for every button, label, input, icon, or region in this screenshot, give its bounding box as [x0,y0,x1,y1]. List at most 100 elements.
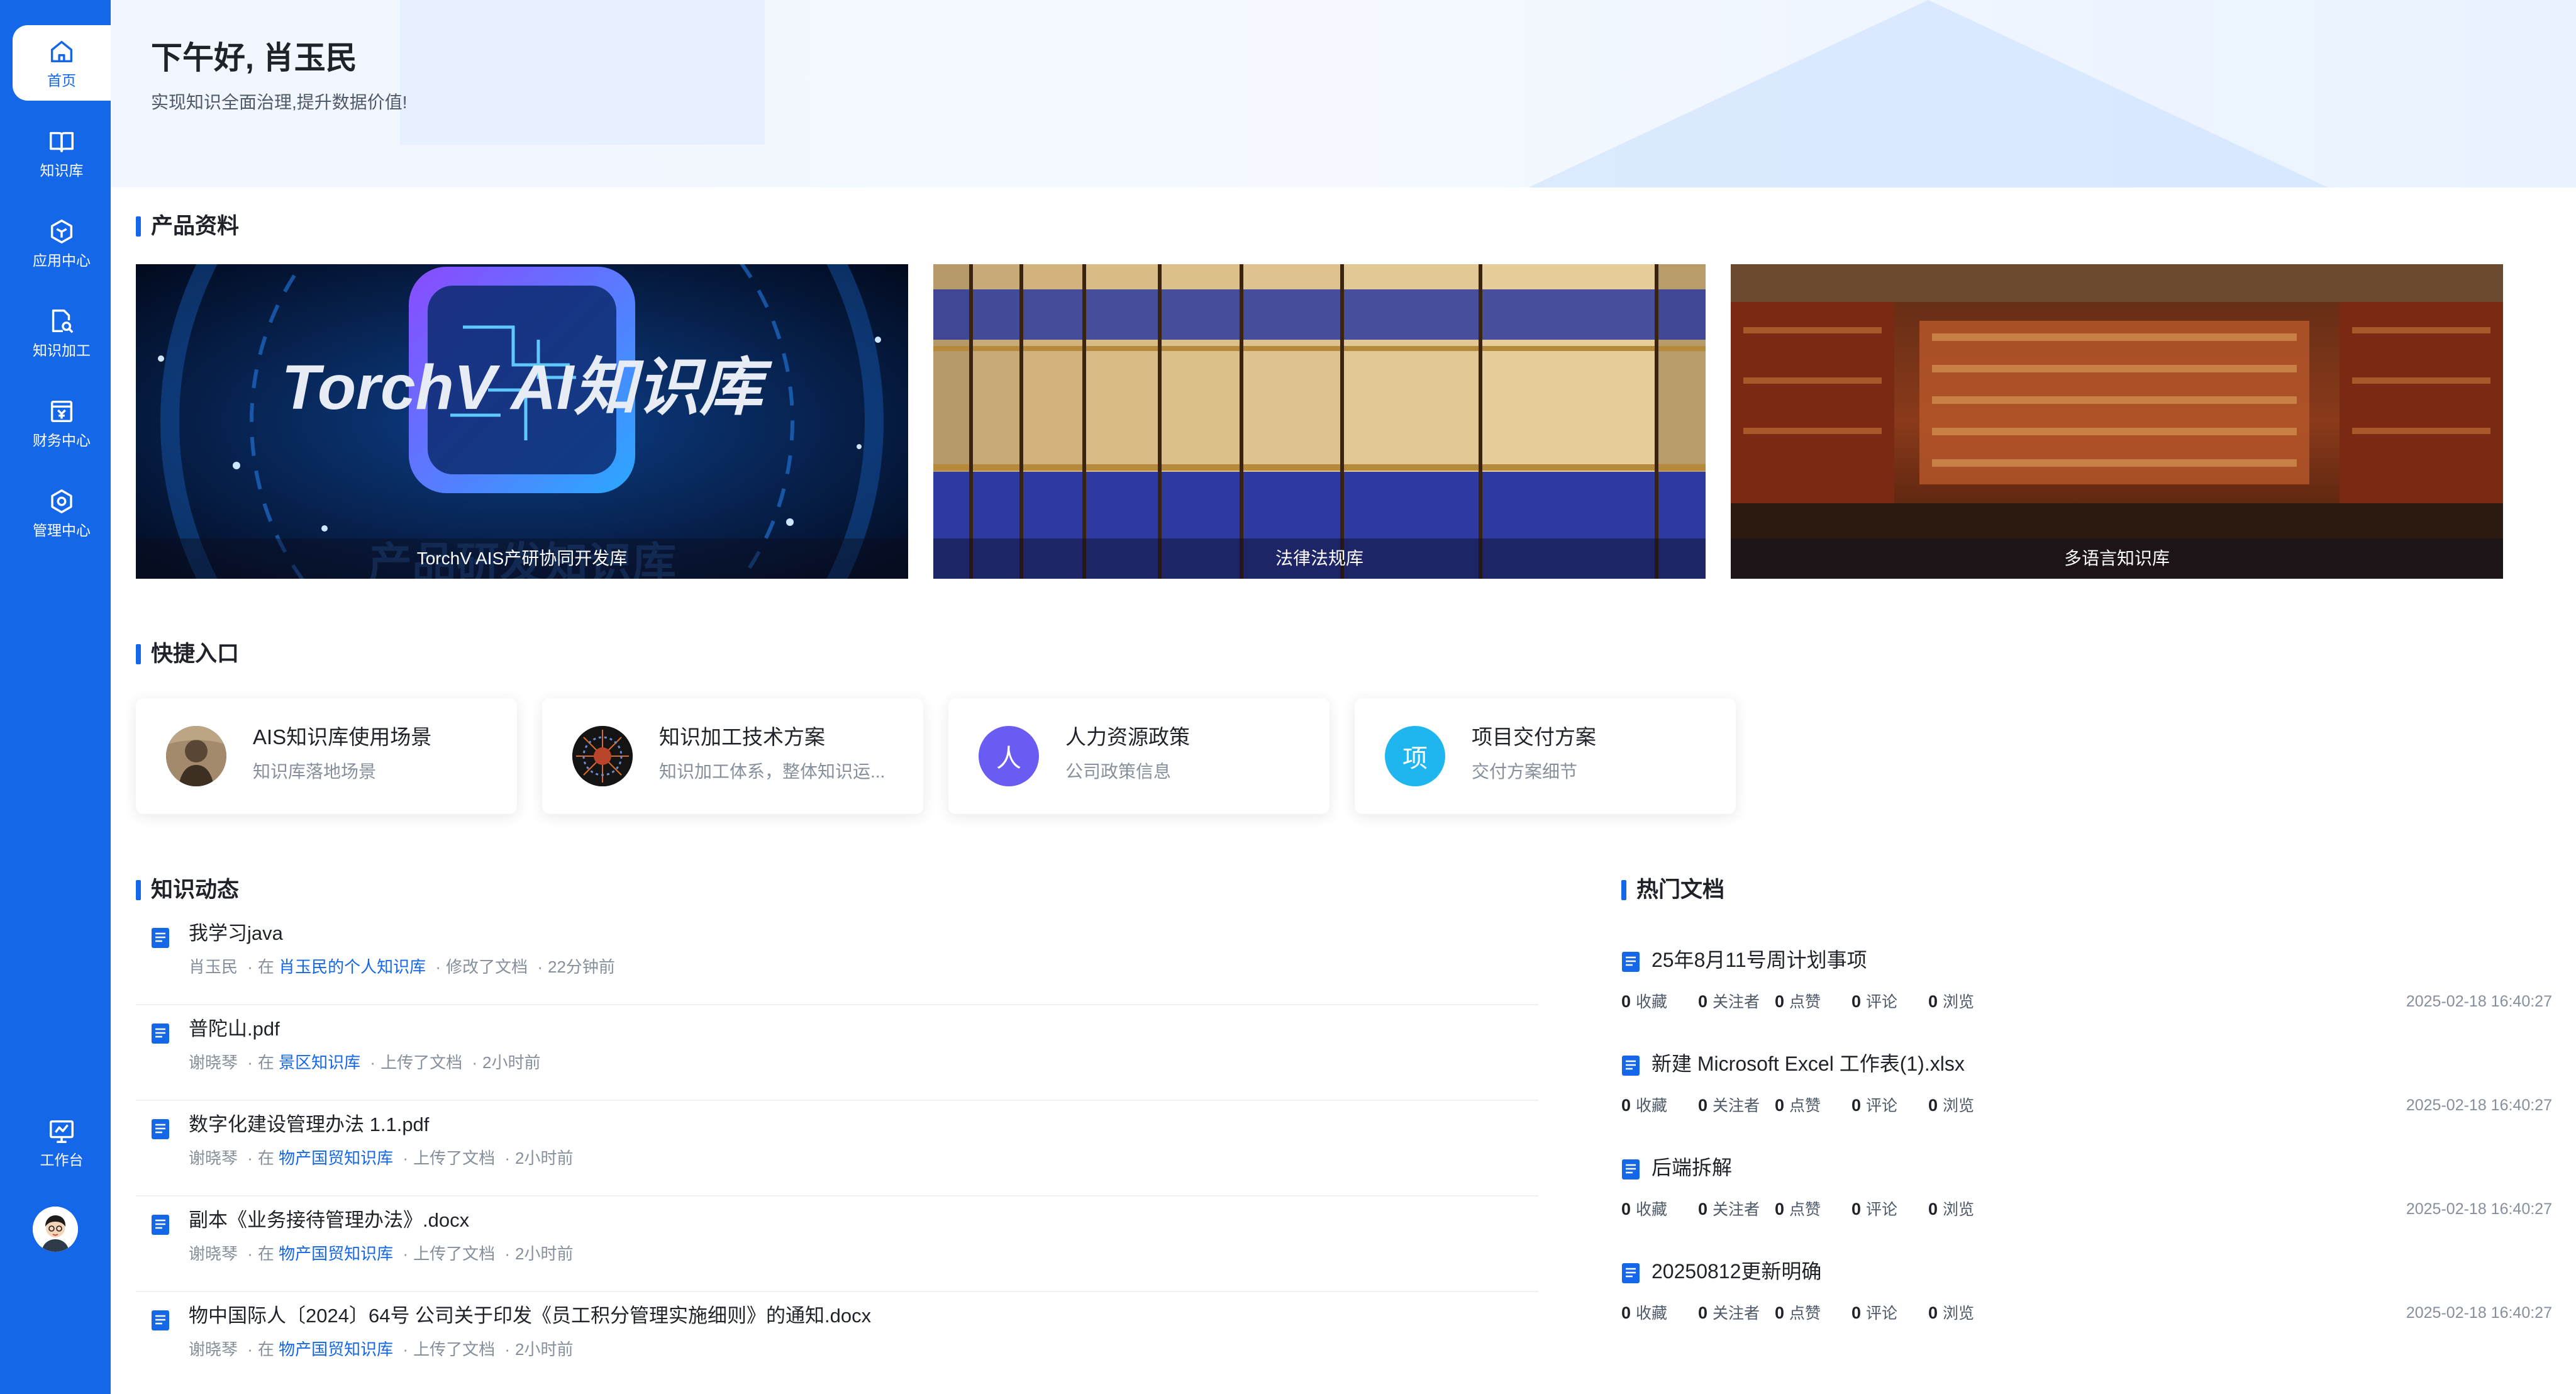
sidebar-item-workbench[interactable]: 工作台 [13,1105,111,1180]
feed-item-action: 上传了文档 [413,1340,496,1359]
hot-doc-date: 2025-02-18 16:40:27 [2406,1200,2552,1218]
feed-item[interactable]: 我学习java 肖玉民 · 在 肖玉民的个人知识库 · 修改了文档 · 22分钟前 [136,910,1538,1005]
feed-item-title: 普陀山.pdf [189,1018,280,1040]
stat-follow-count: 0 [1698,992,1708,1011]
greeting-title: 下午好, 肖玉民 [151,40,357,75]
radial-art-thumbnail-icon [572,726,633,786]
stat-follow-label: 关注者 [1713,1305,1760,1322]
banner-text: TorchV AI知识库 [282,352,773,423]
sidebar-item-app-center[interactable]: 应用中心 [13,205,111,281]
quick-entry-desc: 知识库落地场景 [253,762,377,781]
stat-like-label: 点赞 [1789,1305,1821,1322]
feed-item-kb-link[interactable]: 物产国贸知识库 [279,1244,393,1263]
stat-like-label: 点赞 [1789,993,1821,1011]
stat-view-count: 0 [1928,992,1938,1011]
feed-item-in: 在 [257,1149,274,1168]
stat-comment-label: 评论 [1866,1305,1898,1322]
feed-item-kb-link[interactable]: 物产国贸知识库 [279,1340,393,1359]
product-caption: TorchV AIS产研协同开发库 [136,538,908,579]
section-title-feed: 知识动态 [136,878,239,903]
feed-item[interactable]: 数字化建设管理办法 1.1.pdf 谢晓琴 · 在 物产国贸知识库 · 上传了文档 … [136,1101,1538,1196]
torchv-banner-image: TorchV AI知识库 产品研发知识库 [136,264,908,579]
stat-like-label: 点赞 [1789,1097,1821,1115]
hot-doc-title: 20250812更新明确 [1652,1260,1822,1283]
product-caption: 法律法规库 [933,538,1706,579]
project-letter-icon: 项 [1385,726,1445,786]
feed-item-time: 22分钟前 [548,957,615,976]
document-icon [152,1310,169,1330]
feed-item-title: 物中国际人〔2024〕64号 公司关于印发《员工积分管理实施细则》的通知.doc… [189,1305,872,1327]
sidebar-item-knowledge-base[interactable]: 知识库 [13,115,111,191]
stat-comment-count: 0 [1852,992,1862,1011]
quick-entry-project-delivery[interactable]: 项 项目交付方案 交付方案细节 [1355,698,1736,814]
feed-item-meta: 谢晓琴 · 在 物产国贸知识库 · 上传了文档 · 2小时前 [189,1149,574,1168]
monitor-chart-icon [50,1120,74,1143]
stat-view-label: 浏览 [1943,993,1975,1011]
sidebar-item-management-center[interactable]: 管理中心 [13,475,111,550]
hot-doc-title: 后端拆解 [1652,1156,1733,1179]
avatar[interactable] [33,1207,78,1252]
painting-thumbnail-icon [166,726,226,786]
quick-entry-title: 知识加工技术方案 [659,725,825,749]
stat-fav-count: 0 [1621,992,1631,1011]
stat-comment-count: 0 [1852,1303,1862,1322]
stat-follow-label: 关注者 [1713,993,1760,1011]
sidebar-item-label: 工作台 [40,1152,84,1168]
sidebar-item-label: 应用中心 [33,252,91,269]
stat-fav-count: 0 [1621,1096,1631,1115]
hot-doc-stats: 0 收藏 0 关注者 0 点赞 0 评论 0 浏览 [1621,1199,2005,1220]
hot-doc-date: 2025-02-18 16:40:27 [2406,1304,2552,1322]
feed-item[interactable]: 物中国际人〔2024〕64号 公司关于印发《员工积分管理实施细则》的通知.doc… [136,1292,1538,1388]
feed-item-user: 谢晓琴 [189,1244,238,1263]
banner-decoration [400,0,765,145]
feed-item-action: 上传了文档 [413,1149,496,1168]
document-search-icon [52,309,74,333]
section-title-quick: 快捷入口 [136,642,239,667]
sidebar-item-home[interactable]: 首页 [13,25,111,101]
stat-comment-count: 0 [1852,1096,1862,1115]
stat-like-label: 点赞 [1789,1201,1821,1218]
feed-item-user: 肖玉民 [189,957,238,976]
hot-doc-item[interactable]: 25年8月11号周计划事项 0 收藏 0 关注者 0 点赞 0 评论 0 浏览 2025-02-1… [1621,941,2552,1035]
feed-item-kb-link[interactable]: 物产国贸知识库 [279,1149,393,1168]
product-card-multilingual[interactable]: 多语言知识库 [1731,264,2503,579]
feed-item[interactable]: 副本《业务接待管理办法》.docx 谢晓琴 · 在 物产国贸知识库 · 上传了文档 … [136,1196,1538,1292]
quick-entry-processing-tech[interactable]: 知识加工技术方案 知识加工体系，整体知识运... [542,698,923,814]
hot-doc-item[interactable]: 新建 Microsoft Excel 工作表(1).xlsx 0 收藏 0 关注者 0 点… [1621,1045,2552,1139]
quick-entry-desc: 交付方案细节 [1472,762,1578,781]
feed-item-action: 上传了文档 [380,1053,463,1072]
quick-entry-desc: 公司政策信息 [1065,762,1172,781]
quick-entry-title: 人力资源政策 [1065,725,1190,749]
stat-like-count: 0 [1775,1303,1785,1322]
hot-doc-date: 2025-02-18 16:40:27 [2406,1096,2552,1114]
feed-item-kb-link[interactable]: 肖玉民的个人知识库 [279,957,426,976]
product-card-torchv[interactable]: TorchV AI知识库 产品研发知识库 TorchV AIS产研协同开发库 [136,264,908,579]
stat-like-count: 0 [1775,992,1785,1011]
sidebar-item-knowledge-processing[interactable]: 知识加工 [13,295,111,371]
quick-entry-desc: 知识加工体系，整体知识运... [659,762,886,781]
hot-doc-item[interactable]: 20250812更新明确 0 收藏 0 关注者 0 点赞 0 评论 0 浏览 2025-02-18… [1621,1252,2552,1347]
feed-item-title: 副本《业务接待管理办法》.docx [189,1209,470,1231]
feed-item-time: 2小时前 [515,1149,574,1168]
product-card-law[interactable]: 法律法规库 [933,264,1706,579]
sidebar-item-finance-center[interactable]: 财务中心 [13,385,111,460]
feed-item-meta: 肖玉民 · 在 肖玉民的个人知识库 · 修改了文档 · 22分钟前 [189,957,615,976]
hot-doc-title: 25年8月11号周计划事项 [1652,949,1867,971]
stat-view-label: 浏览 [1943,1305,1975,1322]
quick-entry-ais-scenarios[interactable]: AIS知识库使用场景 知识库落地场景 [136,698,517,814]
feed-item-action: 上传了文档 [413,1244,496,1263]
stat-view-count: 0 [1928,1303,1938,1322]
feed-item-user: 谢晓琴 [189,1340,238,1359]
feed-item[interactable]: 普陀山.pdf 谢晓琴 · 在 景区知识库 · 上传了文档 · 2小时前 [136,1005,1538,1101]
user-avatar-icon [33,1207,78,1252]
hot-doc-title: 新建 Microsoft Excel 工作表(1).xlsx [1652,1052,1965,1075]
stat-view-label: 浏览 [1943,1097,1975,1115]
sidebar-item-label: 知识加工 [33,342,91,359]
feed-item-user: 谢晓琴 [189,1149,238,1168]
sidebar: 首页 知识库 应用中心 知识加工 财务中心 管理中心 工作台 [0,0,111,1394]
stat-fav-label: 收藏 [1636,993,1668,1011]
feed-item-kb-link[interactable]: 景区知识库 [279,1053,360,1072]
quick-entry-hr-policy[interactable]: 人 人力资源政策 公司政策信息 [948,698,1330,814]
stat-follow-count: 0 [1698,1096,1708,1115]
hot-doc-item[interactable]: 后端拆解 0 收藏 0 关注者 0 点赞 0 评论 0 浏览 2025-02-18 16:40:2… [1621,1149,2552,1243]
